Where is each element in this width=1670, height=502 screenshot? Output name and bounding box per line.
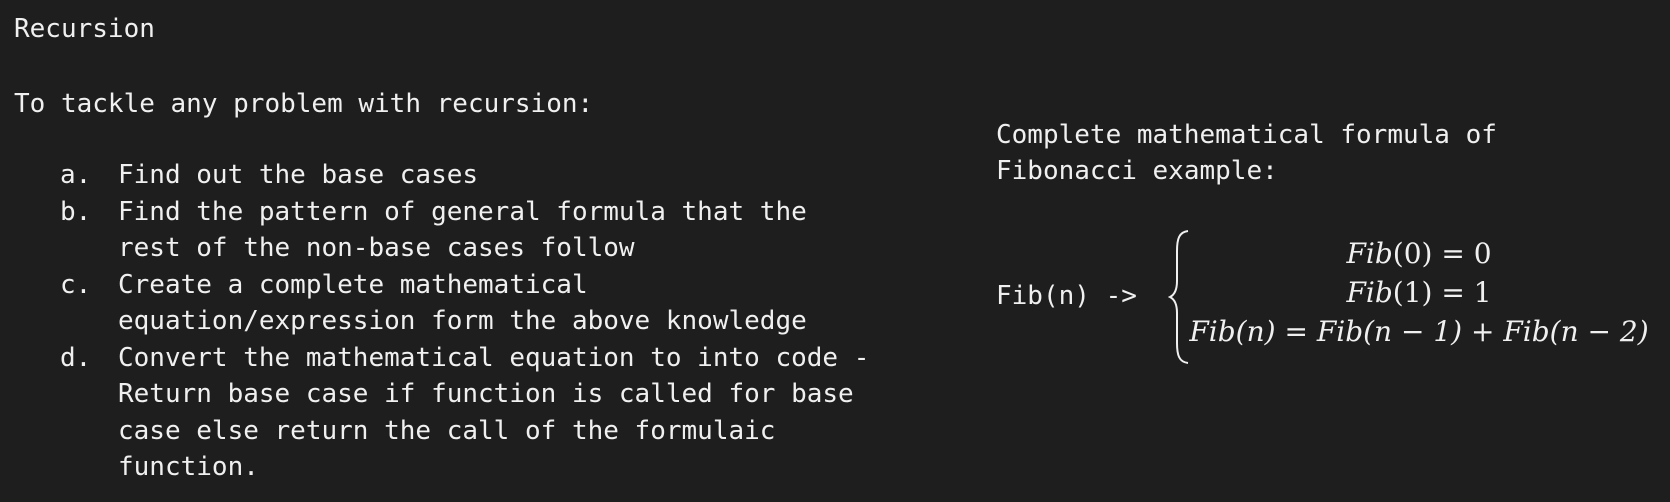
step-text-line: function. [118,452,259,482]
document-page: Recursion To tackle any problem with rec… [0,0,1670,502]
formula-case: Fib(n) = Fib(n − 1) + Fib(n − 2) [1186,312,1652,351]
list-item: a. Find out the base cases [60,157,869,194]
fib-function-label: Fib(n) -> [996,281,1137,311]
intro-text: To tackle any problem with recursion: [14,89,594,119]
formula-result: = 1 [1432,276,1492,309]
list-marker: c. [60,269,92,300]
heading-line: Fibonacci example: [996,156,1278,186]
fibonacci-heading: Complete mathematical formula of Fibonac… [996,117,1497,189]
list-item: d. Convert the mathematical equation to … [60,340,869,486]
formula-case: Fib(0) = 0 [1186,234,1652,273]
formula-case: Fib(1) = 1 [1186,273,1652,312]
formula-argument: (0) [1392,237,1433,270]
formula-function: Fib [1346,276,1393,309]
step-text-line: case else return the call of the formula… [118,415,776,446]
step-text-line: Convert the mathematical equation to int… [118,342,870,373]
formula-function: Fib [1346,237,1393,270]
formula-argument: (1) [1392,276,1433,309]
step-text-line: Find the pattern of general formula that… [118,196,807,227]
step-text-line: equation/expression form the above knowl… [118,306,807,336]
step-text-line: Return base case if function is called f… [118,379,854,409]
list-marker: b. [60,196,92,227]
list-marker: a. [60,160,92,190]
list-item: b. Find the pattern of general formula t… [60,194,869,267]
list-marker: d. [60,342,92,373]
step-text-line: rest of the non-base cases follow [118,233,635,263]
formula-function: Fib(n) [1189,315,1276,348]
step-text-line: Create a complete mathematical [118,269,588,300]
list-item: c. Create a complete mathematical equati… [60,267,869,340]
fibonacci-cases: Fib(0) = 0 Fib(1) = 1 Fib(n) = Fib(n − 1… [1186,234,1652,351]
steps-list: a. Find out the base cases b. Find the p… [60,157,869,486]
page-title: Recursion [14,14,155,44]
step-text-line: Find out the base cases [118,160,479,190]
formula-result: = 0 [1432,237,1492,270]
formula-result: = Fib(n − 1) + Fib(n − 2) [1275,315,1649,348]
heading-line: Complete mathematical formula of [996,120,1497,150]
